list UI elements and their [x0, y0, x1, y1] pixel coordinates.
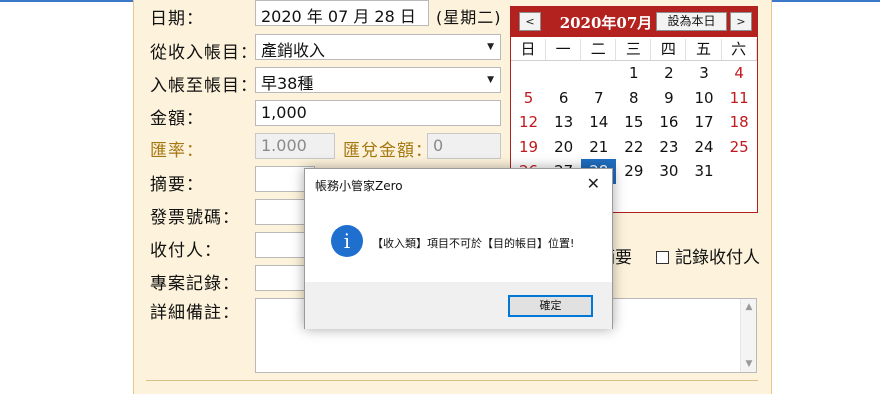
- calendar-empty-cell: [722, 159, 757, 184]
- calendar-grid: 日一二三四五六 1 2 3 4 5 6 7 8 9 10 11 12 13 14 15 16 17 18 19 20 21…: [511, 39, 757, 184]
- calendar-day[interactable]: 2: [651, 61, 686, 86]
- calendar-week-row: 19 20 21 22 23 24 25: [511, 135, 757, 160]
- calendar-day[interactable]: 12: [511, 110, 546, 135]
- summary-label: 摘要：: [150, 175, 204, 195]
- calendar-day[interactable]: 3: [686, 61, 721, 86]
- dialog-message: 【收入類】項目不可於【目的帳目】位置!: [372, 237, 575, 250]
- calendar-day[interactable]: 1: [616, 61, 651, 86]
- calendar-day[interactable]: 6: [546, 86, 581, 111]
- exchange-amount-field: 0: [427, 133, 501, 159]
- payee-checkbox[interactable]: [656, 251, 669, 264]
- weekday-header: 五: [686, 39, 722, 60]
- weekday-header: 日: [511, 39, 547, 60]
- date-field[interactable]: 2020 年 07 月 28 日: [255, 0, 429, 26]
- amount-field[interactable]: 1,000: [255, 100, 501, 126]
- calendar-day[interactable]: 18: [722, 110, 757, 135]
- close-icon[interactable]: ✕: [587, 174, 600, 193]
- weekday-header: 一: [546, 39, 582, 60]
- weekday-header: 六: [722, 39, 757, 60]
- ok-button[interactable]: 確定: [508, 295, 593, 317]
- calendar-week-row: 1234: [511, 61, 757, 86]
- calendar-day[interactable]: 5: [511, 86, 546, 111]
- calendar-day[interactable]: 30: [651, 159, 686, 184]
- amount-label: 金額：: [150, 109, 204, 129]
- calendar-day[interactable]: 23: [651, 135, 686, 160]
- notes-label: 詳細備註：: [150, 303, 240, 323]
- calendar-day[interactable]: 17: [686, 110, 721, 135]
- to-account-label: 入帳至帳目：: [150, 76, 258, 96]
- calendar-day[interactable]: 19: [511, 135, 546, 160]
- to-account-value: 早38種: [261, 74, 314, 93]
- calendar-day[interactable]: 13: [546, 110, 581, 135]
- calendar-day[interactable]: 20: [546, 135, 581, 160]
- notes-scrollbar[interactable]: ▲ ▼: [740, 299, 756, 372]
- divider: [146, 380, 758, 381]
- scroll-down-icon[interactable]: ▼: [741, 356, 757, 372]
- calendar-day[interactable]: 4: [722, 61, 757, 86]
- rate-field: 1.000: [255, 133, 335, 159]
- payee-option[interactable]: 記錄收付人: [656, 243, 760, 268]
- calendar-week-row: 5 6 7 8 9 10 11: [511, 86, 757, 111]
- scroll-up-icon[interactable]: ▲: [741, 299, 757, 315]
- calendar-day[interactable]: 8: [616, 86, 651, 111]
- payee-option-label: 記錄收付人: [675, 248, 760, 268]
- to-account-select[interactable]: 早38種 ▼: [255, 67, 501, 93]
- calendar-day[interactable]: 31: [686, 159, 721, 184]
- chevron-down-icon: ▼: [487, 75, 494, 85]
- calendar-month-title: 2020年07月: [559, 14, 653, 32]
- dialog-title: 帳務小管家Zero: [315, 179, 403, 193]
- calendar-day[interactable]: 25: [722, 135, 757, 160]
- calendar-day[interactable]: 29: [616, 159, 651, 184]
- weekday-header: 四: [651, 39, 687, 60]
- calendar-day[interactable]: 10: [686, 86, 721, 111]
- weekday-header: 三: [616, 39, 652, 60]
- calendar-day[interactable]: 11: [722, 86, 757, 111]
- chevron-down-icon: ▼: [487, 42, 494, 52]
- calendar-empty-cell: [581, 61, 616, 86]
- exchange-amount-label: 匯兌金額：: [343, 141, 433, 161]
- date-label: 日期：: [150, 9, 204, 29]
- calendar-empty-cell: [546, 61, 581, 86]
- calendar-day[interactable]: 24: [686, 135, 721, 160]
- from-account-value: 產銷收入: [261, 41, 326, 60]
- calendar-day[interactable]: 14: [581, 110, 616, 135]
- calendar-day[interactable]: 9: [651, 86, 686, 111]
- calendar-day[interactable]: 15: [616, 110, 651, 135]
- calendar-empty-cell: [511, 61, 546, 86]
- from-account-label: 從收入帳目：: [150, 43, 258, 63]
- info-icon: i: [331, 225, 363, 257]
- weekday-header-row: 日一二三四五六: [511, 39, 757, 61]
- calendar-day[interactable]: 7: [581, 86, 616, 111]
- dialog-footer: 確定: [305, 282, 612, 329]
- project-label: 專案記錄：: [150, 274, 240, 294]
- from-account-select[interactable]: 產銷收入 ▼: [255, 34, 501, 60]
- weekday-header: 二: [581, 39, 617, 60]
- calendar-day[interactable]: 21: [581, 135, 616, 160]
- calendar-header: < 2020年07月 設為本日 >: [511, 7, 757, 37]
- calendar-day[interactable]: 16: [651, 110, 686, 135]
- calendar-day[interactable]: 22: [616, 135, 651, 160]
- calendar-week-row: 12 13 14 15 16 17 18: [511, 110, 757, 135]
- set-today-button[interactable]: 設為本日: [656, 12, 727, 31]
- message-dialog: 帳務小管家Zero ✕ i 【收入類】項目不可於【目的帳目】位置! 確定: [304, 168, 613, 329]
- next-month-button[interactable]: >: [730, 12, 752, 31]
- rate-label: 匯率：: [150, 141, 204, 161]
- invoice-label: 發票號碼：: [150, 208, 240, 228]
- payee-label: 收付人：: [150, 241, 222, 261]
- prev-month-button[interactable]: <: [519, 12, 541, 31]
- weekday-text: (星期二): [436, 8, 502, 27]
